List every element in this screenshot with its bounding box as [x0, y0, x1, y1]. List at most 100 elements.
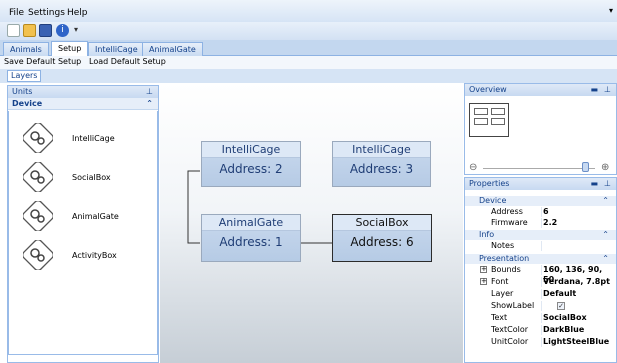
tab-intellicage[interactable]: IntelliCage: [88, 42, 145, 56]
property-row-text[interactable]: Text SocialBox: [465, 313, 616, 323]
pin-icon[interactable]: ⊥: [604, 84, 611, 96]
property-category-label: Device: [479, 196, 507, 205]
gears-icon: [23, 240, 53, 270]
overview-node: [474, 108, 488, 115]
menu-help[interactable]: Help: [67, 8, 88, 18]
properties-panel: Properties ▬ ⊥ Device ⌃ Address 6 Firmwa…: [464, 177, 617, 363]
setup-canvas[interactable]: IntelliCage Address: 2 IntelliCage Addre…: [160, 83, 463, 363]
property-row-address[interactable]: Address 6: [465, 207, 616, 217]
property-category-presentation[interactable]: Presentation ⌃: [465, 254, 616, 264]
device-item-label: AnimalGate: [72, 212, 119, 221]
load-default-setup-link[interactable]: Load Default Setup: [89, 57, 166, 66]
unit-node-address: Address: 2: [219, 162, 283, 176]
property-category-label: Presentation: [479, 254, 530, 263]
property-name: ShowLabel: [491, 301, 535, 310]
property-name: TextColor: [491, 325, 529, 334]
float-panel-icon[interactable]: ▬: [590, 84, 598, 96]
property-category-info[interactable]: Info ⌃: [465, 230, 616, 240]
save-icon[interactable]: [39, 24, 52, 37]
unit-node-intellicage-3[interactable]: IntelliCage Address: 3: [332, 141, 431, 187]
device-category-header[interactable]: Device ⌃: [8, 98, 158, 110]
device-item-label: SocialBox: [72, 173, 111, 182]
collapse-chevron-icon[interactable]: ⌃: [602, 254, 609, 264]
device-item-label: ActivityBox: [72, 251, 117, 260]
property-name: Notes: [491, 241, 515, 250]
menu-bar: File Settings Help ▾: [0, 0, 617, 22]
showlabel-checkbox[interactable]: ✓: [557, 302, 565, 310]
property-row-unitcolor[interactable]: UnitColor LightSteelBlue: [465, 337, 616, 347]
unit-node-address: Address: 1: [219, 235, 283, 249]
units-panel-title: Units: [12, 87, 33, 96]
save-default-setup-link[interactable]: Save Default Setup: [4, 57, 81, 66]
property-name: Bounds: [491, 265, 521, 274]
unit-node-title: AnimalGate: [202, 215, 300, 231]
device-item-socialbox[interactable]: SocialBox: [23, 162, 153, 192]
pin-icon[interactable]: ⊥: [146, 86, 153, 98]
window-dropdown-icon[interactable]: ▾: [609, 6, 613, 15]
property-row-font[interactable]: + Font Verdana, 7.8pt: [465, 277, 616, 287]
toolbar: i ▾: [0, 22, 617, 40]
info-icon[interactable]: i: [56, 24, 69, 37]
gears-icon: [23, 162, 53, 192]
property-row-textcolor[interactable]: TextColor DarkBlue: [465, 325, 616, 335]
device-item-label: IntelliCage: [72, 134, 115, 143]
properties-panel-title: Properties: [469, 179, 510, 188]
property-category-device[interactable]: Device ⌃: [465, 196, 616, 206]
overview-node: [491, 108, 505, 115]
device-list: IntelliCage SocialBox AnimalGate Activit…: [8, 111, 158, 355]
collapse-chevron-icon[interactable]: ⌃: [602, 196, 609, 206]
unit-node-address: Address: 6: [350, 235, 414, 249]
collapse-chevron-icon[interactable]: ⌃: [602, 230, 609, 240]
zoom-in-icon[interactable]: ⊕: [601, 162, 609, 173]
new-file-icon[interactable]: [7, 24, 20, 37]
expand-plus-icon[interactable]: +: [480, 266, 487, 273]
collapse-chevron-icon[interactable]: ⌃: [146, 98, 153, 109]
dropdown-icon[interactable]: ▾: [74, 25, 78, 34]
unit-node-title: SocialBox: [333, 215, 431, 231]
pin-icon[interactable]: ⊥: [604, 178, 611, 190]
expand-plus-icon[interactable]: +: [480, 278, 487, 285]
property-name: Address: [491, 207, 523, 216]
device-category-label: Device: [12, 99, 43, 108]
property-value: DarkBlue: [543, 325, 585, 334]
device-item-activitybox[interactable]: ActivityBox: [23, 240, 153, 270]
property-row-firmware[interactable]: Firmware 2.2: [465, 218, 616, 228]
device-item-animalgate[interactable]: AnimalGate: [23, 201, 153, 231]
property-row-showlabel[interactable]: ShowLabel ✓: [465, 301, 616, 311]
properties-panel-header: Properties ▬ ⊥: [465, 178, 616, 190]
property-value: LightSteelBlue: [543, 337, 610, 346]
open-folder-icon[interactable]: [23, 24, 36, 37]
unit-node-animalgate-1[interactable]: AnimalGate Address: 1: [201, 214, 301, 262]
property-value: 2.2: [543, 218, 558, 227]
property-name: Font: [491, 277, 509, 286]
device-item-intellicage[interactable]: IntelliCage: [23, 123, 153, 153]
menu-settings[interactable]: Settings: [28, 8, 65, 18]
property-name: Firmware: [491, 218, 528, 227]
float-panel-icon[interactable]: ▬: [590, 178, 598, 190]
tab-animalgate[interactable]: AnimalGate: [142, 42, 203, 56]
setup-actions-bar: Save Default Setup Load Default Setup: [0, 56, 617, 69]
zoom-slider-thumb[interactable]: [582, 162, 589, 172]
gears-icon: [23, 201, 53, 231]
property-value: SocialBox: [543, 313, 587, 322]
tab-animals[interactable]: Animals: [3, 42, 49, 56]
overview-viewport-box[interactable]: [469, 103, 509, 137]
unit-node-intellicage-2[interactable]: IntelliCage Address: 2: [201, 141, 301, 187]
property-row-layer[interactable]: Layer Default: [465, 289, 616, 299]
menu-file[interactable]: File: [9, 8, 24, 18]
unit-node-socialbox-6[interactable]: SocialBox Address: 6: [332, 214, 432, 262]
zoom-out-icon[interactable]: ⊖: [469, 162, 477, 173]
overview-node: [491, 118, 505, 125]
property-name: Text: [491, 313, 508, 322]
property-row-bounds[interactable]: + Bounds 160, 136, 90, 50: [465, 265, 616, 284]
overview-panel: Overview ▬ ⊥ ⊖ ⊕: [464, 83, 617, 175]
overview-panel-title: Overview: [469, 85, 507, 94]
gears-icon: [23, 123, 53, 153]
unit-node-address: Address: 3: [349, 162, 414, 176]
zoom-slider-track[interactable]: [483, 168, 595, 169]
layers-button[interactable]: Layers: [7, 70, 42, 82]
property-value: Verdana, 7.8pt: [543, 277, 610, 286]
tab-setup[interactable]: Setup: [51, 41, 89, 57]
unit-node-title: IntelliCage: [202, 142, 300, 158]
property-row-notes[interactable]: Notes: [465, 241, 616, 251]
